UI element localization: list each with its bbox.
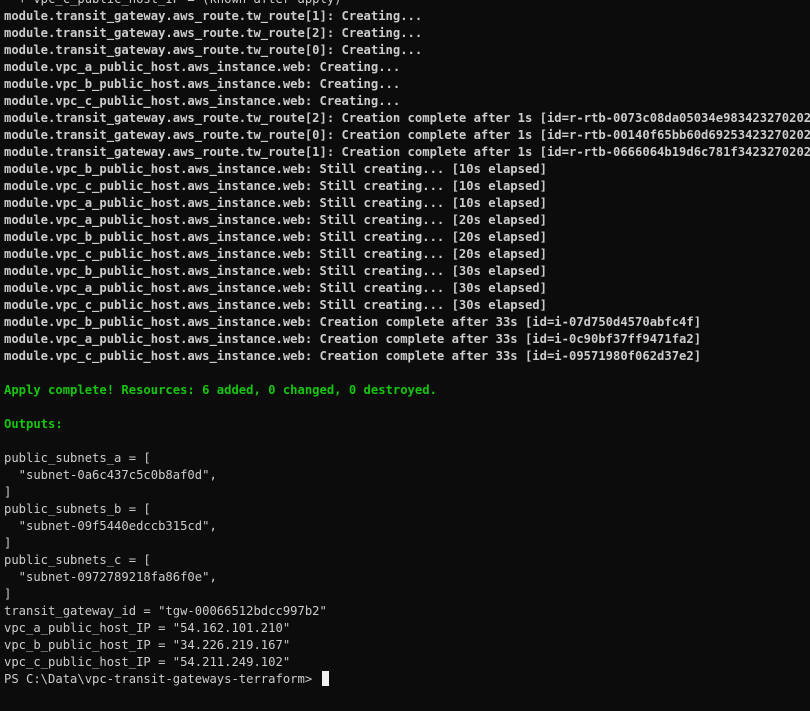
output-line: "subnet-0972789218fa86f0e", (4, 570, 217, 584)
log-line: module.vpc_b_public_host.aws_instance.we… (4, 77, 401, 91)
log-line: module.vpc_a_public_host.aws_instance.we… (4, 196, 547, 210)
log-line: module.transit_gateway.aws_route.tw_rout… (4, 9, 423, 23)
log-line: module.transit_gateway.aws_route.tw_rout… (4, 111, 810, 125)
log-line: module.vpc_a_public_host.aws_instance.we… (4, 281, 547, 295)
log-line: module.transit_gateway.aws_route.tw_rout… (4, 128, 810, 142)
log-line: module.vpc_a_public_host.aws_instance.we… (4, 60, 401, 74)
log-line: module.vpc_b_public_host.aws_instance.we… (4, 230, 547, 244)
log-line: module.transit_gateway.aws_route.tw_rout… (4, 145, 810, 159)
output-line: public_subnets_b = [ (4, 502, 151, 516)
outputs-list: public_subnets_a = [ "subnet-0a6c437c5c0… (4, 450, 810, 671)
output-line: public_subnets_c = [ (4, 553, 151, 567)
log-line: module.vpc_b_public_host.aws_instance.we… (4, 264, 547, 278)
terminal-window[interactable]: + vpc_c_public_host_IP = (known after ap… (0, 0, 810, 688)
output-line: "subnet-0a6c437c5c0b8af0d", (4, 468, 217, 482)
log-line: module.vpc_a_public_host.aws_instance.we… (4, 332, 702, 346)
output-line: public_subnets_a = [ (4, 451, 151, 465)
log-line: module.vpc_c_public_host.aws_instance.we… (4, 94, 401, 108)
output-line: ] (4, 536, 12, 550)
output-line: vpc_c_public_host_IP = "54.211.249.102" (4, 655, 291, 669)
log-line: module.vpc_c_public_host.aws_instance.we… (4, 349, 702, 363)
prompt-text: PS C:\Data\vpc-transit-gateways-terrafor… (4, 672, 320, 686)
output-line: "subnet-09f5440edccb315cd", (4, 519, 217, 533)
outputs-header: Outputs: (4, 417, 63, 431)
command-prompt-line[interactable]: PS C:\Data\vpc-transit-gateways-terrafor… (4, 671, 810, 688)
log-line: module.vpc_c_public_host.aws_instance.we… (4, 247, 547, 261)
log-line: module.vpc_b_public_host.aws_instance.we… (4, 162, 547, 176)
log-line: module.vpc_c_public_host.aws_instance.we… (4, 179, 547, 193)
text-cursor (321, 671, 329, 686)
log-line: module.transit_gateway.aws_route.tw_rout… (4, 43, 423, 57)
output-line: vpc_b_public_host_IP = "34.226.219.167" (4, 638, 291, 652)
creation-log: module.transit_gateway.aws_route.tw_rout… (4, 8, 810, 365)
log-line: module.transit_gateway.aws_route.tw_rout… (4, 26, 423, 40)
log-line: module.vpc_a_public_host.aws_instance.we… (4, 213, 547, 227)
apply-complete-message: Apply complete! Resources: 6 added, 0 ch… (4, 383, 437, 397)
output-line: ] (4, 485, 12, 499)
log-line: module.vpc_b_public_host.aws_instance.we… (4, 315, 702, 329)
output-line: ] (4, 587, 12, 601)
output-line: vpc_a_public_host_IP = "54.162.101.210" (4, 621, 291, 635)
output-line: transit_gateway_id = "tgw-00066512bdcc99… (4, 604, 327, 618)
log-line: module.vpc_c_public_host.aws_instance.we… (4, 298, 547, 312)
terminal-line-partial: + vpc_c_public_host_IP = (known after ap… (4, 0, 810, 8)
